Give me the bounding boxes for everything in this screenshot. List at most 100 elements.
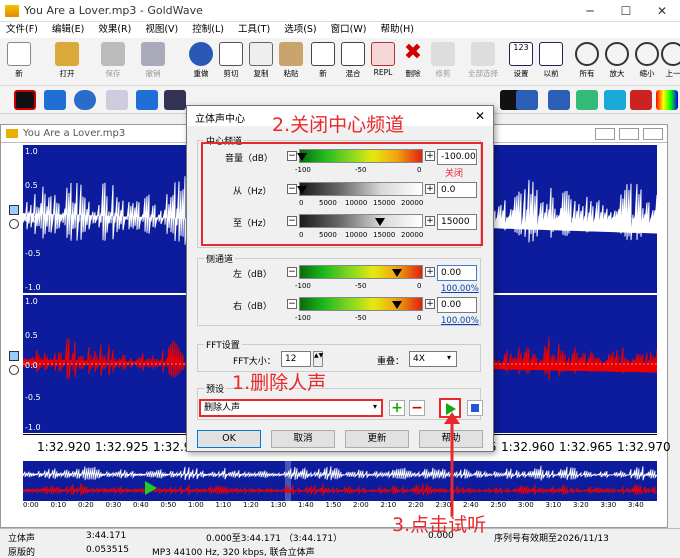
undo-button[interactable]: 撤销 — [138, 40, 168, 84]
right-slider[interactable] — [299, 297, 423, 311]
spread-icon[interactable] — [604, 90, 626, 110]
left-channel-checkbox[interactable] — [9, 205, 19, 215]
wave-restore-button[interactable] — [619, 128, 639, 140]
overview-tick-label: 2:50 — [490, 501, 507, 509]
noise-icon[interactable] — [630, 90, 652, 110]
annotation-arrow — [444, 412, 460, 516]
overview-tick-label: 1:50 — [325, 501, 342, 509]
stripes-icon[interactable] — [576, 90, 598, 110]
arrows-icon[interactable] — [44, 90, 66, 110]
copy-button[interactable]: 复制 — [246, 40, 276, 84]
status-length: 3:44.171 — [86, 531, 127, 541]
status-original: 原版的 — [8, 548, 36, 558]
menu-file[interactable]: 文件(F) — [6, 22, 38, 38]
menu-help[interactable]: 帮助(H) — [380, 22, 414, 38]
sphere-icon[interactable] — [74, 90, 96, 110]
wave-close-button[interactable] — [643, 128, 663, 140]
prev-view-button[interactable]: 上一 — [658, 40, 680, 84]
axis-label: -1.0 — [25, 283, 41, 292]
overview-tick-label: 3:10 — [545, 501, 562, 509]
cut-button[interactable]: 剪切 — [216, 40, 246, 84]
delete-x-icon: ✖ — [403, 40, 423, 65]
right-plus-button[interactable]: + — [425, 299, 435, 309]
replace-button[interactable]: REPL — [368, 40, 398, 84]
trim-button[interactable]: 修剪 — [428, 40, 458, 84]
zoom-in-button[interactable]: 放大 — [602, 40, 632, 84]
overview-tick-label: 0:50 — [160, 501, 177, 509]
previous-button[interactable]: 以前 — [536, 40, 566, 84]
tick: 0 — [417, 314, 422, 322]
new-button[interactable]: 新 — [4, 40, 34, 84]
right-channel-checkbox[interactable] — [9, 351, 19, 361]
cancel-button[interactable]: 取消 — [271, 430, 335, 448]
fft-size-label: FFT大小： — [233, 357, 276, 367]
arrow-right-icon[interactable] — [136, 90, 158, 110]
spectrum-icon[interactable] — [656, 90, 678, 110]
overview-tick-label: 3:20 — [573, 501, 589, 509]
axis-label: 0.5 — [25, 331, 38, 340]
menu-view[interactable]: 视图(V) — [145, 22, 178, 38]
axis-label: 0.5 — [25, 181, 38, 190]
menu-options[interactable]: 选项(S) — [284, 22, 316, 38]
magnifier-icon — [575, 42, 599, 66]
left-minus-button[interactable]: − — [287, 267, 297, 277]
chevron-down-icon: ▾ — [447, 353, 452, 362]
stop-icon — [471, 404, 479, 412]
menu-control[interactable]: 控制(L) — [192, 22, 224, 38]
title-bar: You Are a Lover.mp3 - GoldWave ─ ☐ ✕ — [0, 0, 680, 22]
right-percent-link[interactable]: 100.00% — [441, 316, 479, 326]
fft-size-input[interactable]: 12 — [281, 351, 311, 367]
right-minus-button[interactable]: − — [287, 299, 297, 309]
overview-tick-label: 3:00 — [518, 501, 534, 509]
wave-minimize-button[interactable] — [595, 128, 615, 140]
menu-tools[interactable]: 工具(T) — [238, 22, 270, 38]
zoom-all-button[interactable]: 所有 — [572, 40, 602, 84]
arch-icon[interactable] — [548, 90, 570, 110]
left-label: 左（dB） — [233, 270, 272, 280]
preset-select[interactable]: 删除人声 — [199, 399, 383, 417]
menu-effect[interactable]: 效果(R) — [98, 22, 131, 38]
xy-icon[interactable] — [106, 90, 128, 110]
delete-button[interactable]: ✖ 删除 — [398, 40, 428, 84]
add-preset-button[interactable]: + — [389, 400, 405, 416]
menu-edit[interactable]: 编辑(E) — [52, 22, 84, 38]
left-thumb[interactable] — [392, 269, 402, 277]
fft-size-spinner[interactable]: ▲▼ — [313, 351, 323, 367]
minimize-button[interactable]: ─ — [572, 0, 608, 22]
maximize-button[interactable]: ☐ — [608, 0, 644, 22]
set-button[interactable]: 123 设置 — [506, 40, 536, 84]
axis-label: 0.0 — [25, 361, 38, 370]
left-plus-button[interactable]: + — [425, 267, 435, 277]
open-button[interactable]: 打开 — [52, 40, 82, 84]
update-button[interactable]: 更新 — [345, 430, 409, 448]
overview-bar[interactable]: 0:00 0:10 0:20 0:30 0:40 0:50 1:00 1:10 1:20 1:30… — [22, 461, 658, 511]
right-thumb[interactable] — [392, 301, 402, 309]
save-button[interactable]: 保存 — [98, 40, 128, 84]
stop-preview-button[interactable] — [467, 400, 483, 416]
paste-button[interactable]: 粘贴 — [276, 40, 306, 84]
right-input[interactable]: 0.00 — [437, 297, 477, 313]
close-button[interactable]: ✕ — [644, 0, 680, 22]
right-channel-radio[interactable] — [9, 365, 19, 375]
ok-button[interactable]: OK — [197, 430, 261, 448]
wave-icon[interactable] — [164, 90, 186, 110]
goldwave-icon — [6, 129, 18, 138]
left-slider[interactable] — [299, 265, 423, 279]
overview-tick-label: 1:20 — [243, 501, 259, 509]
new-paste-button[interactable]: 新 — [308, 40, 338, 84]
left-input[interactable]: 0.00 — [437, 265, 477, 281]
mix-button[interactable]: 混合 — [338, 40, 368, 84]
bars-icon[interactable] — [516, 90, 538, 110]
redo-button[interactable]: 重做 — [186, 40, 216, 84]
status-serial: 序列号有效期至2026/11/13 — [494, 534, 609, 544]
remove-preset-button[interactable]: − — [409, 400, 425, 416]
new-window-icon — [311, 42, 335, 66]
prev-view-icon — [661, 42, 680, 66]
left-percent-link[interactable]: 100.00% — [441, 284, 479, 294]
no-icon[interactable] — [14, 90, 36, 110]
dialog-close-button[interactable]: ✕ — [475, 109, 485, 123]
menu-bar: 文件(F) 编辑(E) 效果(R) 视图(V) 控制(L) 工具(T) 选项(S… — [0, 22, 680, 38]
left-channel-radio[interactable] — [9, 219, 19, 229]
menu-window[interactable]: 窗口(W) — [331, 22, 367, 38]
select-all-button[interactable]: 全部选择 — [468, 40, 498, 84]
